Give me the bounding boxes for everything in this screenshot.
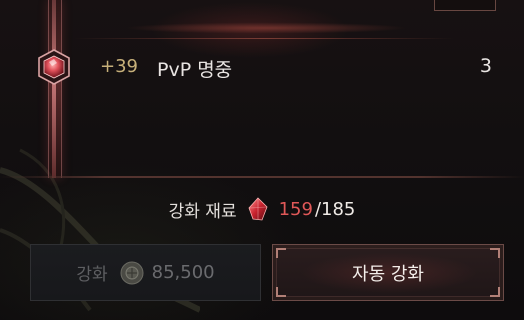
material-owned-count: 159 <box>278 198 313 220</box>
stat-name: PvP 명중 <box>157 59 233 81</box>
top-right-frame <box>434 0 496 11</box>
auto-enhance-label: 자동 강화 <box>352 263 424 285</box>
stat-value: 3 <box>479 55 492 77</box>
level-gem <box>37 49 71 85</box>
material-required-count: /185 <box>314 198 356 220</box>
top-glow-streak <box>76 0 456 40</box>
stat-row: +39 PvP 명중 3 <box>70 48 510 84</box>
auto-enhance-button[interactable]: 자동 강화 <box>272 244 504 301</box>
gem-icon <box>38 49 70 85</box>
material-label: 강화 재료 <box>168 201 237 222</box>
frame-corner-tl <box>276 248 286 258</box>
material-row: 강화 재료 159 /185 <box>0 192 524 226</box>
top-divider <box>74 38 454 39</box>
panel-divider <box>0 176 524 178</box>
stat-bonus: +39 <box>100 56 138 77</box>
enhance-button[interactable]: 강화 85,500 <box>30 244 261 301</box>
track-rail-glow <box>52 0 56 178</box>
coin-icon <box>120 261 144 284</box>
enhance-button-label: 강화 <box>76 265 108 285</box>
frame-corner-bl <box>276 287 286 297</box>
enhancement-panel: +39 PvP 명중 3 강화 재료 159 /185 강화 85,500 자동… <box>0 0 524 320</box>
enhance-level-track <box>40 0 68 178</box>
frame-corner-tr <box>490 248 500 258</box>
red-crystal-icon <box>248 197 268 221</box>
frame-corner-br <box>490 287 500 297</box>
enhance-cost: 85,500 <box>151 262 215 283</box>
